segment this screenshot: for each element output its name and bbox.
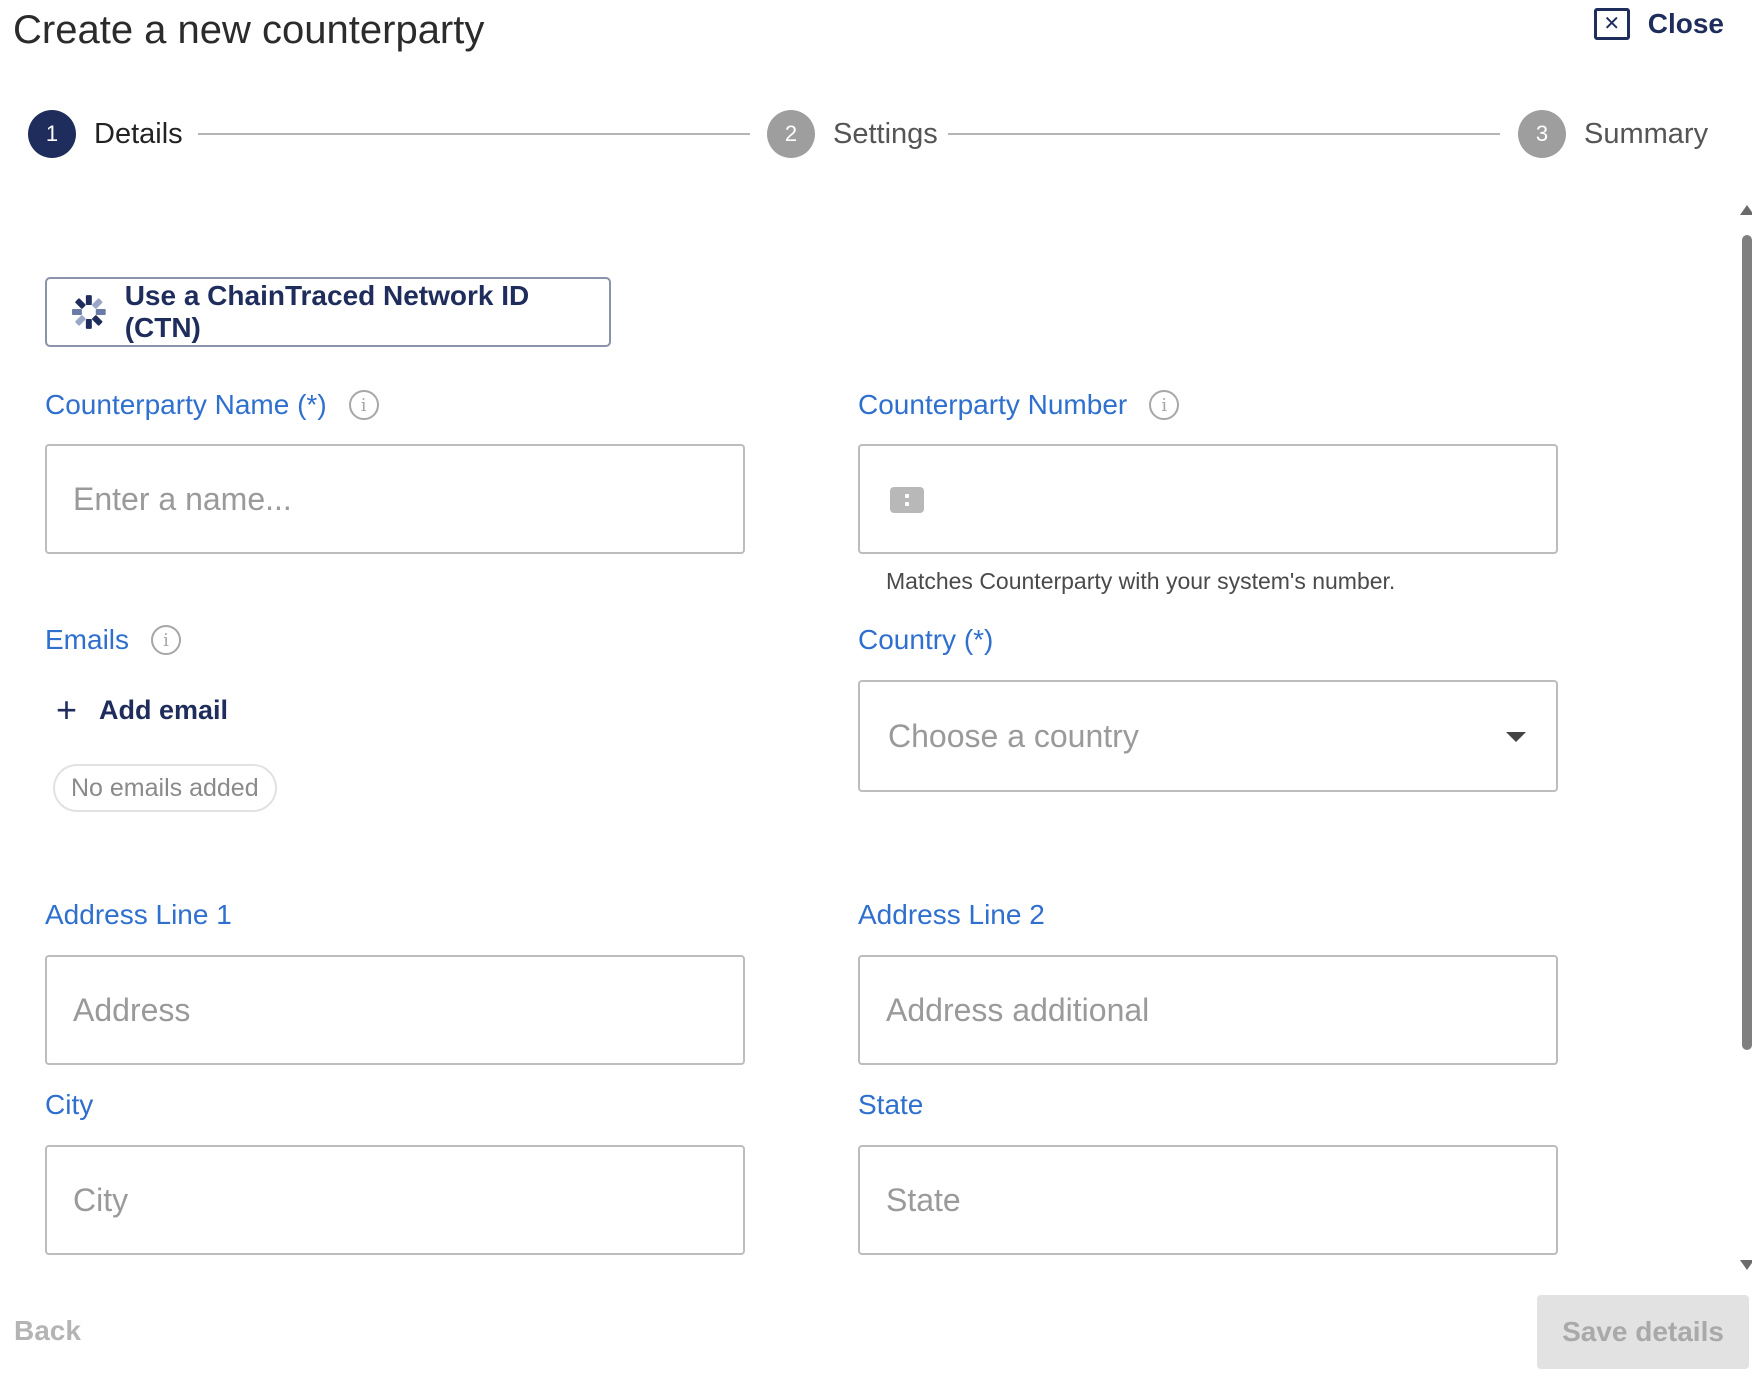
address-line-2-input[interactable] — [858, 955, 1558, 1065]
country-select[interactable]: Choose a country — [858, 680, 1558, 792]
counterparty-name-label: Counterparty Name (*) i — [45, 389, 379, 421]
address-line-1-input[interactable] — [45, 955, 745, 1065]
emails-label-text: Emails — [45, 624, 130, 655]
close-button[interactable]: ✕ Close — [1593, 8, 1724, 40]
counterparty-number-field[interactable] — [858, 444, 1558, 554]
step-label: Summary — [1584, 117, 1709, 150]
country-select-placeholder: Choose a country — [888, 717, 1139, 754]
stepper: 1 Details 2 Settings 3 Summary — [28, 110, 1708, 158]
counterparty-number-label-text: Counterparty Number — [858, 389, 1128, 420]
ctn-logo-icon — [71, 295, 106, 329]
emails-label: Emails i — [45, 624, 182, 656]
scrollbar-thumb[interactable] — [1742, 235, 1752, 1050]
country-label-text: Country (*) — [858, 624, 994, 655]
save-details-button[interactable]: Save details — [1537, 1295, 1749, 1369]
scrollbar[interactable] — [1740, 205, 1752, 1270]
state-input[interactable] — [858, 1145, 1558, 1255]
counterparty-number-helper: Matches Counterparty with your system's … — [886, 568, 1396, 594]
city-label-text: City — [45, 1089, 94, 1120]
step-connector — [198, 133, 750, 135]
state-label-text: State — [858, 1089, 924, 1120]
step-connector — [948, 133, 1500, 135]
step-summary: 3 Summary — [1518, 110, 1708, 158]
id-card-icon — [890, 487, 924, 513]
create-counterparty-dialog: Create a new counterparty ✕ Close 1 Deta… — [0, 0, 1752, 1378]
step-details: 1 Details — [28, 110, 183, 158]
back-button[interactable]: Back — [14, 1315, 81, 1347]
page-title: Create a new counterparty — [13, 8, 485, 52]
close-box-icon: ✕ — [1593, 8, 1630, 40]
counterparty-name-label-text: Counterparty Name (*) — [45, 389, 327, 420]
scroll-down-arrow-icon[interactable] — [1740, 1260, 1752, 1270]
info-icon[interactable]: i — [1149, 390, 1180, 420]
add-email-button[interactable]: + Add email — [56, 692, 228, 728]
counterparty-number-label: Counterparty Number i — [858, 389, 1180, 421]
add-email-label: Add email — [99, 694, 229, 725]
address-line-1-label: Address Line 1 — [45, 899, 232, 931]
step-settings: 2 Settings — [767, 110, 938, 158]
info-icon[interactable]: i — [348, 390, 379, 420]
address-line-2-label-text: Address Line 2 — [858, 899, 1045, 930]
use-ctn-button[interactable]: Use a ChainTraced Network ID (CTN) — [45, 277, 611, 347]
ctn-button-label: Use a ChainTraced Network ID (CTN) — [124, 280, 530, 343]
step-label: Settings — [833, 117, 938, 150]
chevron-down-icon — [1506, 732, 1526, 742]
info-icon[interactable]: i — [151, 625, 182, 655]
address-line-1-label-text: Address Line 1 — [45, 899, 232, 930]
city-input[interactable] — [45, 1145, 745, 1255]
step-number: 2 — [767, 110, 815, 158]
close-label: Close — [1647, 8, 1724, 39]
no-emails-chip: No emails added — [53, 764, 277, 812]
plus-icon: + — [56, 689, 78, 730]
step-number: 1 — [28, 110, 76, 158]
counterparty-number-input[interactable] — [940, 448, 1544, 550]
city-label: City — [45, 1089, 93, 1121]
step-number: 3 — [1518, 110, 1566, 158]
step-label: Details — [94, 117, 183, 150]
scroll-up-arrow-icon[interactable] — [1740, 205, 1752, 215]
address-line-2-label: Address Line 2 — [858, 899, 1045, 931]
counterparty-name-input[interactable] — [45, 444, 745, 554]
state-label: State — [858, 1089, 923, 1121]
country-label: Country (*) — [858, 624, 993, 656]
